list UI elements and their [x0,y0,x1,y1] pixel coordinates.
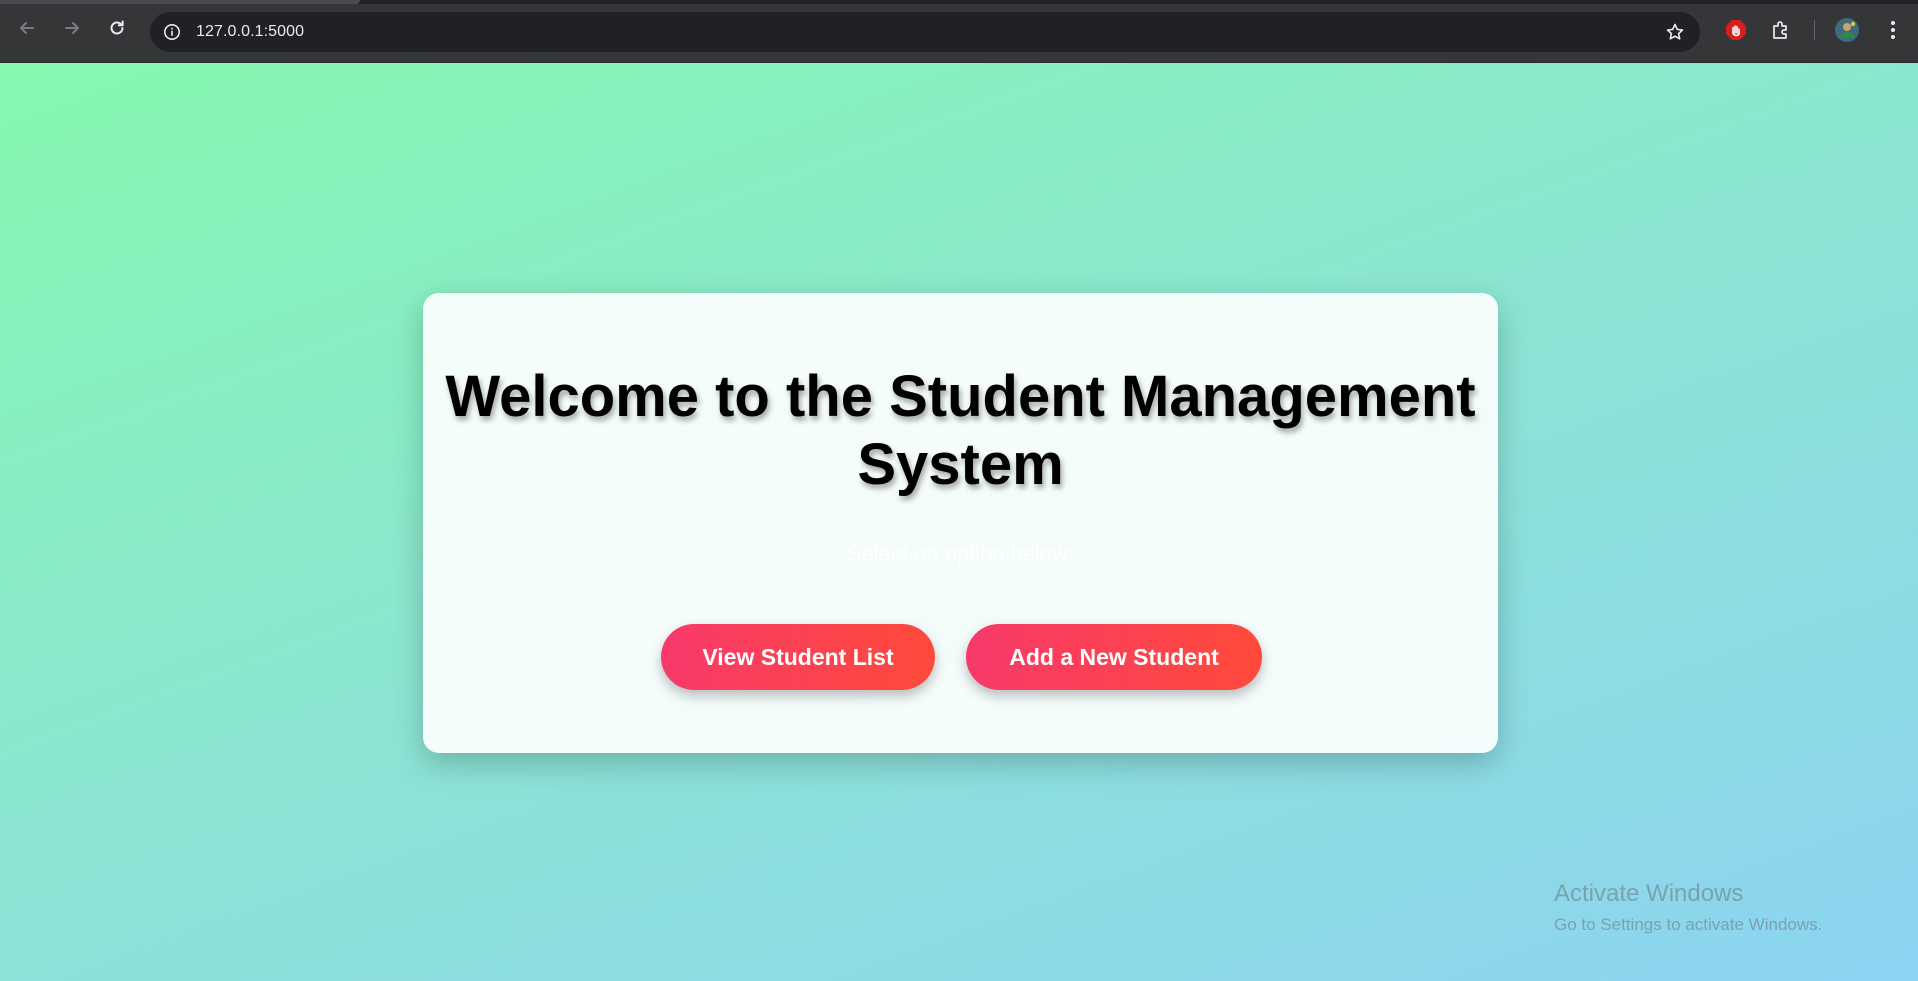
url-text[interactable]: 127.0.0.1:5000 [196,23,304,41]
watermark-subtitle: Go to Settings to activate Windows. [1554,915,1823,934]
stop-hand-icon[interactable] [1723,17,1749,43]
back-arrow-icon[interactable] [13,14,41,42]
forward-arrow-icon[interactable] [58,14,86,42]
view-student-list-button[interactable]: View Student List [661,624,935,690]
page-background: Welcome to the Student Management System… [0,63,1918,981]
tab-strip [0,0,1918,4]
welcome-card: Welcome to the Student Management System… [423,293,1498,753]
toolbar-divider [1814,20,1815,40]
kebab-menu-icon[interactable] [1880,17,1906,43]
info-icon[interactable] [162,22,182,42]
reload-icon[interactable] [103,14,131,42]
add-new-student-button[interactable]: Add a New Student [966,624,1262,690]
windows-activation-watermark: Activate Windows Go to Settings to activ… [1554,879,1822,937]
watermark-title: Activate Windows [1554,880,1744,907]
address-bar[interactable]: 127.0.0.1:5000 [150,12,1700,52]
page-subtitle: Select an option below: [846,541,1075,566]
active-tab[interactable] [0,0,360,4]
avatar[interactable] [1834,17,1860,43]
browser-toolbar: 127.0.0.1:5000 [0,0,1918,63]
page-title: Welcome to the Student Management System [445,364,1476,497]
puzzle-icon[interactable] [1768,17,1794,43]
star-icon[interactable] [1664,21,1686,43]
